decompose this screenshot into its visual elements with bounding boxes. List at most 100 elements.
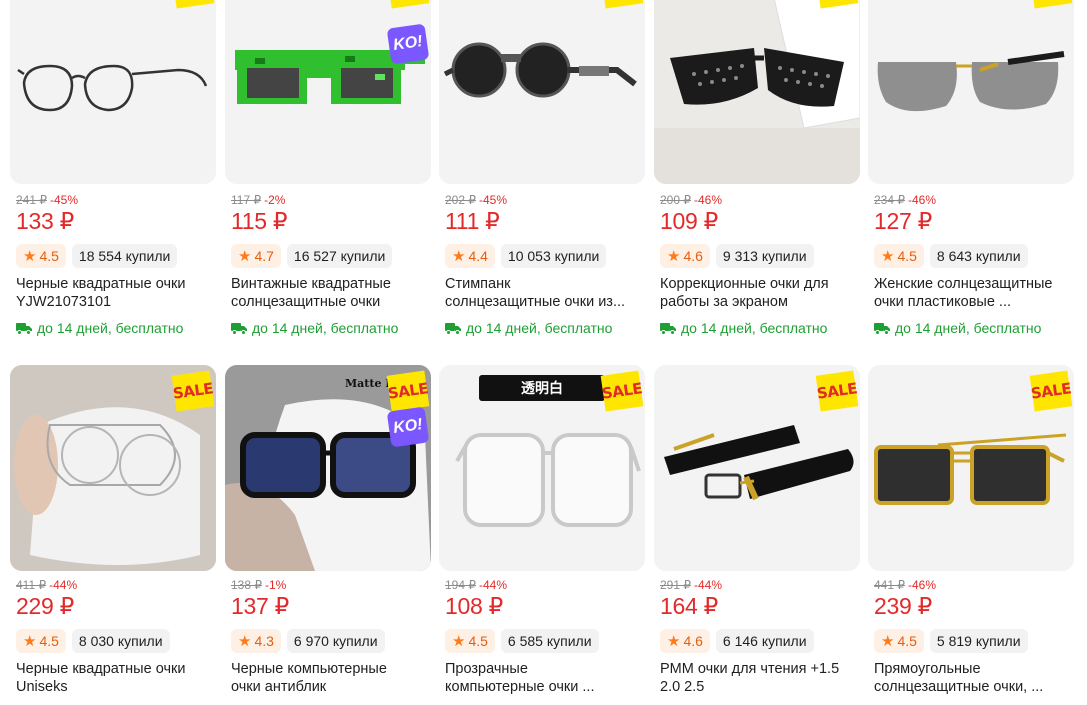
truck-icon [16, 322, 32, 335]
product-image-10[interactable]: SALE [868, 365, 1074, 571]
bought-count: 9 313 купили [715, 244, 814, 268]
truck-icon [231, 322, 247, 335]
price: 239 ₽ [874, 593, 932, 619]
product-title[interactable]: Черные квадратные очки Uniseks [16, 660, 216, 696]
discount: -45% [479, 193, 508, 207]
sale-badge: SALE [600, 370, 644, 412]
discount: -2% [264, 193, 286, 207]
price: 108 ₽ [445, 593, 503, 619]
rating-value: 4.5 [39, 633, 59, 649]
delivery-info: до 14 дней, бесплатно [16, 320, 183, 336]
rating-row: ★ 4.5 18 554 купили [16, 244, 178, 268]
rating-value: 4.3 [254, 633, 274, 649]
rating-badge: ★ 4.3 [231, 629, 281, 653]
old-price: 411 ₽ [16, 578, 47, 592]
title-line: солнцезащитные очки, ... [874, 679, 1044, 695]
title-line: работы за экраном [660, 294, 788, 310]
product-image-4[interactable]: SALE [654, 0, 860, 184]
price: 111 ₽ [445, 208, 500, 234]
star-icon: ★ [452, 248, 466, 265]
rating-badge: ★ 4.4 [445, 244, 495, 268]
title-line: Прямоугольные [874, 661, 981, 677]
old-price-row: 117 ₽ -2% [231, 193, 285, 207]
product-image-8[interactable]: 透明白 SALE [439, 365, 645, 571]
delivery-text: до 14 дней, бесплатно [895, 320, 1042, 336]
delivery-text: до 14 дней, бесплатно [37, 320, 184, 336]
old-price-row: 291 ₽ -44% [660, 578, 722, 592]
title-line: Стимпанк [445, 276, 511, 292]
star-icon: ★ [881, 248, 895, 265]
product-image-7[interactable]: Matte B SALE KO! [225, 365, 431, 571]
old-price: 441 ₽ [874, 578, 905, 592]
product-title[interactable]: Коррекционные очки для работы за экраном [660, 275, 860, 311]
title-line: очки пластиковые ... [874, 294, 1012, 310]
star-icon: ★ [667, 248, 681, 265]
ko-badge: KO! [386, 23, 430, 65]
product-image-2[interactable]: SALE KO! [225, 0, 431, 184]
rating-badge: ★ 4.5 [874, 629, 924, 653]
rating-badge: ★ 4.5 [874, 244, 924, 268]
rating-value: 4.5 [897, 248, 917, 264]
title-line: PMM очки для чтения +1.5 [660, 661, 840, 677]
product-title[interactable]: Женские солнцезащитные очки пластиковые .… [874, 275, 1074, 311]
title-line: Черные компьютерные [231, 661, 387, 677]
old-price-row: 138 ₽ -1% [231, 578, 286, 592]
old-price: 200 ₽ [660, 193, 691, 207]
price: 115 ₽ [231, 208, 288, 234]
bought-count: 18 554 купили [71, 244, 178, 268]
title-line: Uniseks [16, 679, 68, 695]
discount: -44% [479, 578, 508, 592]
bought-count: 5 819 купили [929, 629, 1028, 653]
rating-badge: ★ 4.6 [660, 244, 710, 268]
sale-badge: SALE [386, 370, 430, 412]
star-icon: ★ [452, 633, 466, 650]
title-line: YJW21073101 [16, 294, 112, 310]
product-title[interactable]: Винтажные квадратные солнцезащитные очки [231, 275, 431, 311]
star-icon: ★ [23, 633, 37, 650]
ko-badge: KO! [386, 406, 430, 448]
bought-count: 10 053 купили [500, 244, 607, 268]
product-title[interactable]: Черные компьютерные очки антиблик [231, 660, 431, 696]
product-image-1[interactable]: SALE [10, 0, 216, 184]
product-title[interactable]: Стимпанк солнцезащитные очки из... [445, 275, 645, 311]
title-line: Женские солнцезащитные [874, 276, 1053, 292]
product-image-5[interactable]: SALE [868, 0, 1074, 184]
discount: -44% [49, 578, 78, 592]
product-image-6[interactable]: SALE [10, 365, 216, 571]
product-title[interactable]: Прозрачные компьютерные очки ... [445, 660, 645, 696]
rating-badge: ★ 4.6 [660, 629, 710, 653]
product-image-3[interactable]: SALE [439, 0, 645, 184]
product-title[interactable]: Прямоугольные солнцезащитные очки, ... [874, 660, 1074, 696]
product-title[interactable]: PMM очки для чтения +1.5 2.0 2.5 [660, 660, 860, 696]
rating-row: ★ 4.6 9 313 купили [660, 244, 814, 268]
discount: -46% [908, 193, 937, 207]
delivery-text: до 14 дней, бесплатно [252, 320, 399, 336]
title-line: 2.0 2.5 [660, 679, 705, 695]
star-icon: ★ [881, 633, 895, 650]
product-image-9[interactable]: SALE [654, 365, 860, 571]
price: 229 ₽ [16, 593, 74, 619]
old-price-row: 234 ₽ -46% [874, 193, 936, 207]
title-line: Коррекционные очки для [660, 276, 829, 292]
title-line: солнцезащитные очки из... [445, 294, 626, 310]
old-price: 117 ₽ [231, 193, 262, 207]
delivery-text: до 14 дней, бесплатно [466, 320, 613, 336]
bought-count: 16 527 купили [286, 244, 393, 268]
product-title[interactable]: Черные квадратные очки YJW21073101 [16, 275, 216, 311]
price: 137 ₽ [231, 593, 289, 619]
rating-value: 4.5 [39, 248, 59, 264]
glasses-image [868, 0, 1074, 184]
delivery-info: до 14 дней, бесплатно [874, 320, 1041, 336]
delivery-text: до 14 дней, бесплатно [681, 320, 828, 336]
rating-badge: ★ 4.7 [231, 244, 281, 268]
old-price-row: 241 ₽ -45% [16, 193, 78, 207]
star-icon: ★ [238, 248, 252, 265]
rating-row: ★ 4.5 8 643 купили [874, 244, 1028, 268]
rating-row: ★ 4.4 10 053 купили [445, 244, 607, 268]
star-icon: ★ [667, 633, 681, 650]
truck-icon [874, 322, 890, 335]
old-price: 202 ₽ [445, 193, 476, 207]
title-line: Прозрачные [445, 661, 528, 677]
truck-icon [660, 322, 676, 335]
rating-badge: ★ 4.5 [16, 629, 66, 653]
